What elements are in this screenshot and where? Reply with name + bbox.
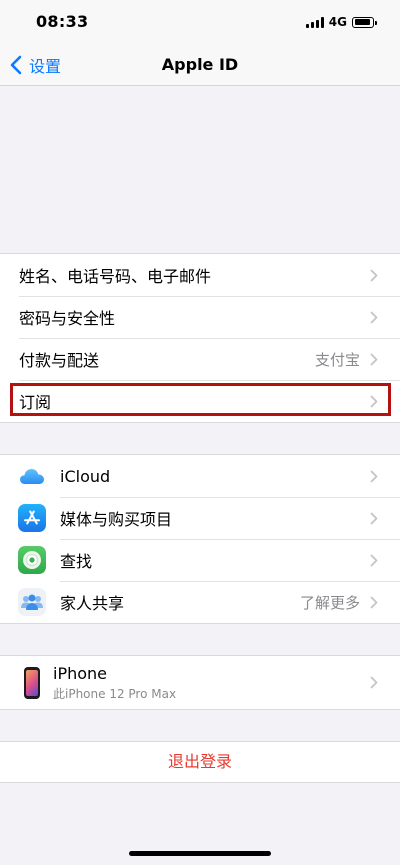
devices-group: iPhone 此iPhone 12 Pro Max [0, 655, 400, 710]
row-label: 家人共享 [60, 594, 125, 613]
row-label: 查找 [60, 552, 93, 571]
sign-out-group: 退出登录 [0, 741, 400, 783]
cellular-signal-icon [305, 16, 324, 28]
row-family-sharing[interactable]: 家人共享 了解更多 [0, 581, 400, 623]
sign-out-button[interactable]: 退出登录 [0, 742, 400, 782]
family-sharing-icon [18, 588, 46, 616]
row-payment-shipping[interactable]: 付款与配送 支付宝 [0, 338, 400, 380]
battery-icon [352, 16, 377, 28]
navigation-bar: 设置 Apple ID [0, 44, 400, 86]
iphone-device-icon [24, 666, 40, 699]
network-type: 4G [328, 15, 347, 29]
row-label: 付款与配送 [19, 351, 100, 370]
row-media-purchases[interactable]: 媒体与购买项目 [0, 497, 400, 539]
learn-more-value: 了解更多 [299, 593, 360, 612]
row-label: 密码与安全性 [19, 309, 116, 328]
chevron-right-icon [370, 269, 378, 281]
chevron-right-icon [370, 395, 378, 407]
chevron-right-icon [370, 512, 378, 524]
page-title: Apple ID [161, 55, 239, 74]
payment-method-value: 支付宝 [314, 350, 360, 369]
chevron-right-icon [370, 676, 378, 689]
row-name-phone-email[interactable]: 姓名、电话号码、电子邮件 [0, 254, 400, 296]
row-label: iCloud [60, 466, 111, 486]
chevron-right-icon [370, 596, 378, 608]
chevron-right-icon [370, 311, 378, 323]
row-icloud[interactable]: iCloud [0, 455, 400, 497]
device-subtitle: 此iPhone 12 Pro Max [53, 686, 177, 701]
status-time: 08:33 [36, 12, 89, 31]
app-store-icon [18, 504, 46, 532]
find-my-icon [18, 546, 46, 574]
row-password-security[interactable]: 密码与安全性 [0, 296, 400, 338]
account-settings-group: 姓名、电话号码、电子邮件 密码与安全性 付款与配送 支付宝 订阅 [0, 253, 400, 423]
row-find-my[interactable]: 查找 [0, 539, 400, 581]
row-label: 姓名、电话号码、电子邮件 [19, 267, 212, 286]
row-label: 媒体与购买项目 [60, 510, 173, 529]
chevron-right-icon [370, 353, 378, 365]
device-name: iPhone [53, 663, 108, 683]
chevron-right-icon [370, 470, 378, 482]
chevron-right-icon [370, 554, 378, 566]
home-indicator[interactable] [129, 851, 271, 856]
row-subscriptions[interactable]: 订阅 [0, 380, 400, 422]
status-bar: 08:33 4G [0, 0, 400, 44]
row-label: 订阅 [19, 393, 52, 412]
row-device-iphone[interactable]: iPhone 此iPhone 12 Pro Max [0, 656, 400, 709]
icloud-icon [18, 462, 46, 490]
status-indicators: 4G [305, 14, 377, 30]
services-group: iCloud 媒体与购买项目 查找 家人共享 了解更多 [0, 454, 400, 624]
